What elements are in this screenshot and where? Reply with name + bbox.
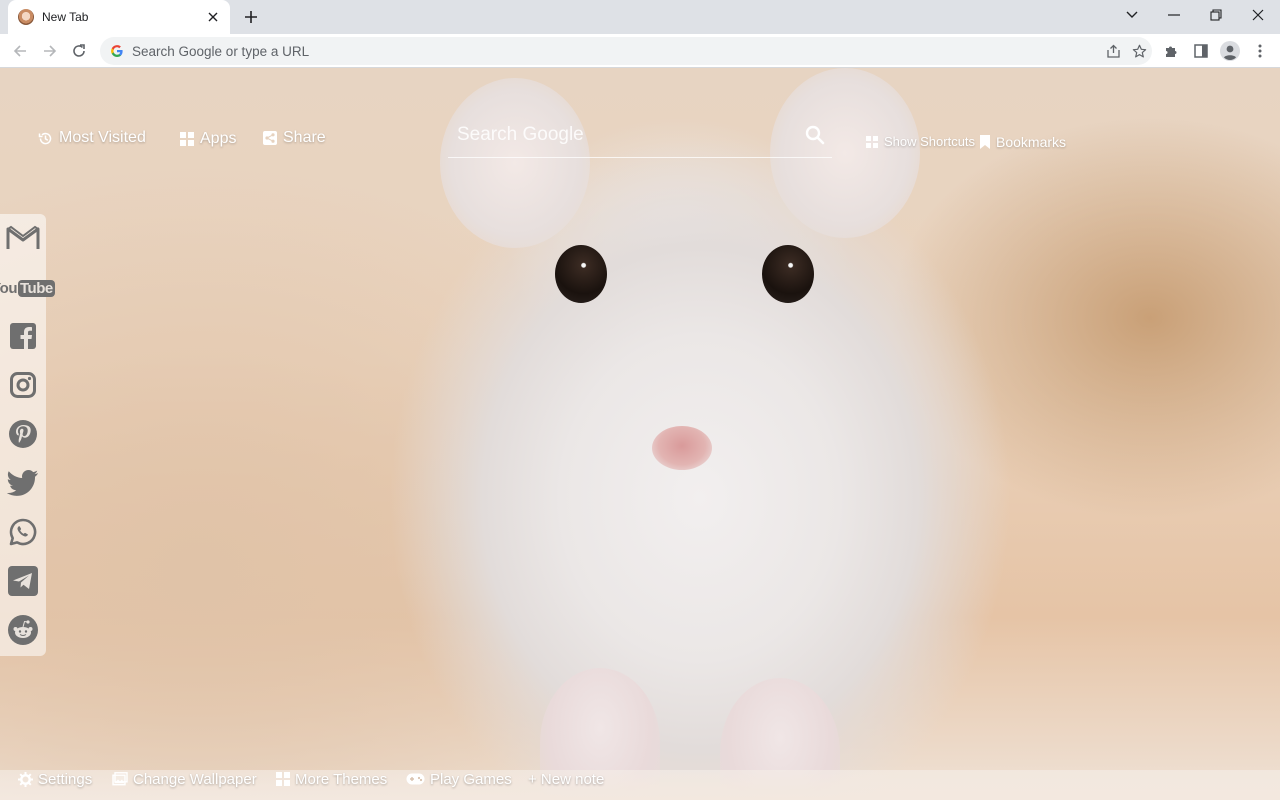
play-games-label: Play Games — [430, 770, 512, 788]
profile-avatar-icon[interactable] — [1217, 38, 1243, 64]
google-search-box — [448, 112, 832, 158]
google-g-icon — [110, 44, 124, 58]
social-sidebar: YouTube — [0, 214, 55, 656]
twitter-icon[interactable] — [0, 461, 46, 505]
history-icon — [38, 132, 52, 144]
share-page-icon[interactable] — [1100, 38, 1126, 64]
youtube-logo-tube: Tube — [18, 279, 55, 297]
share-icon — [263, 131, 277, 145]
apps-label: Apps — [200, 130, 237, 147]
forward-arrow-icon[interactable] — [37, 38, 63, 64]
restore-icon[interactable] — [1196, 0, 1236, 30]
settings-link[interactable]: Settings — [18, 764, 92, 794]
play-games-link[interactable]: Play Games — [406, 764, 512, 794]
whatsapp-icon[interactable] — [0, 510, 46, 554]
bookmark-icon — [980, 135, 990, 149]
bookmark-star-icon[interactable] — [1126, 38, 1152, 64]
side-panel-icon[interactable] — [1188, 38, 1214, 64]
search-input[interactable] — [448, 123, 798, 146]
new-tab-button[interactable] — [238, 4, 264, 30]
share-link[interactable]: Share — [263, 129, 326, 147]
reddit-icon[interactable] — [0, 608, 46, 652]
apps-link[interactable]: Apps — [180, 130, 236, 148]
tab-new-tab[interactable]: New Tab — [8, 0, 230, 34]
settings-label: Settings — [38, 770, 93, 788]
themes-grid-icon — [276, 772, 290, 786]
show-shortcuts-label: Show Shortcuts — [884, 134, 976, 149]
hamster-favicon-icon — [18, 9, 34, 25]
hamster-eye-right — [762, 245, 814, 303]
tab-title: New Tab — [42, 10, 89, 24]
pinterest-icon[interactable] — [0, 412, 46, 456]
browser-toolbar: Search Google or type a URL — [0, 34, 1280, 68]
new-tab-page: Most Visited Apps Share Show Shortcuts B… — [0, 68, 1280, 800]
extensions-puzzle-icon[interactable] — [1158, 38, 1184, 64]
telegram-icon[interactable] — [0, 559, 46, 603]
tab-strip: New Tab — [0, 0, 1280, 34]
more-themes-label: More Themes — [295, 770, 388, 788]
omnibox-placeholder: Search Google or type a URL — [132, 43, 310, 59]
omnibox[interactable]: Search Google or type a URL — [100, 37, 1152, 65]
hamster-ear-left — [440, 78, 590, 248]
search-icon[interactable] — [798, 118, 832, 152]
hamster-nose — [652, 426, 712, 470]
close-tab-icon[interactable] — [204, 8, 222, 26]
more-themes-link[interactable]: More Themes — [276, 764, 387, 794]
bookmarks-label: Bookmarks — [996, 134, 1067, 150]
youtube-logo-you: You — [0, 279, 17, 297]
change-wallpaper-link[interactable]: Change Wallpaper — [112, 764, 257, 794]
most-visited-label: Most Visited — [59, 129, 146, 146]
gamepad-icon — [406, 773, 425, 785]
show-shortcuts-link[interactable]: Show Shortcuts — [866, 134, 975, 149]
most-visited-link[interactable]: Most Visited — [38, 129, 146, 147]
shortcuts-grid-icon — [866, 135, 878, 148]
gmail-icon[interactable] — [0, 216, 46, 260]
youtube-icon[interactable]: YouTube — [0, 266, 55, 310]
new-note-label: + New note — [528, 770, 605, 788]
minimize-icon[interactable] — [1154, 0, 1194, 30]
close-window-icon[interactable] — [1238, 0, 1278, 30]
tab-search-chevron-icon[interactable] — [1112, 0, 1152, 30]
apps-grid-icon — [180, 132, 194, 146]
bottom-bar: Settings Change Wallpaper More Themes Pl… — [0, 764, 1280, 794]
share-label: Share — [283, 129, 326, 146]
gear-icon — [18, 771, 33, 787]
reload-icon[interactable] — [66, 38, 92, 64]
back-arrow-icon[interactable] — [7, 38, 33, 64]
bookmarks-link[interactable]: Bookmarks — [980, 134, 1066, 150]
menu-kebab-icon[interactable] — [1247, 38, 1273, 64]
facebook-icon[interactable] — [0, 314, 46, 358]
wallpaper-icon — [112, 772, 128, 786]
hamster-eye-left — [555, 245, 607, 303]
change-wallpaper-label: Change Wallpaper — [133, 770, 257, 788]
instagram-icon[interactable] — [0, 363, 46, 407]
new-note-link[interactable]: + New note — [528, 764, 604, 794]
